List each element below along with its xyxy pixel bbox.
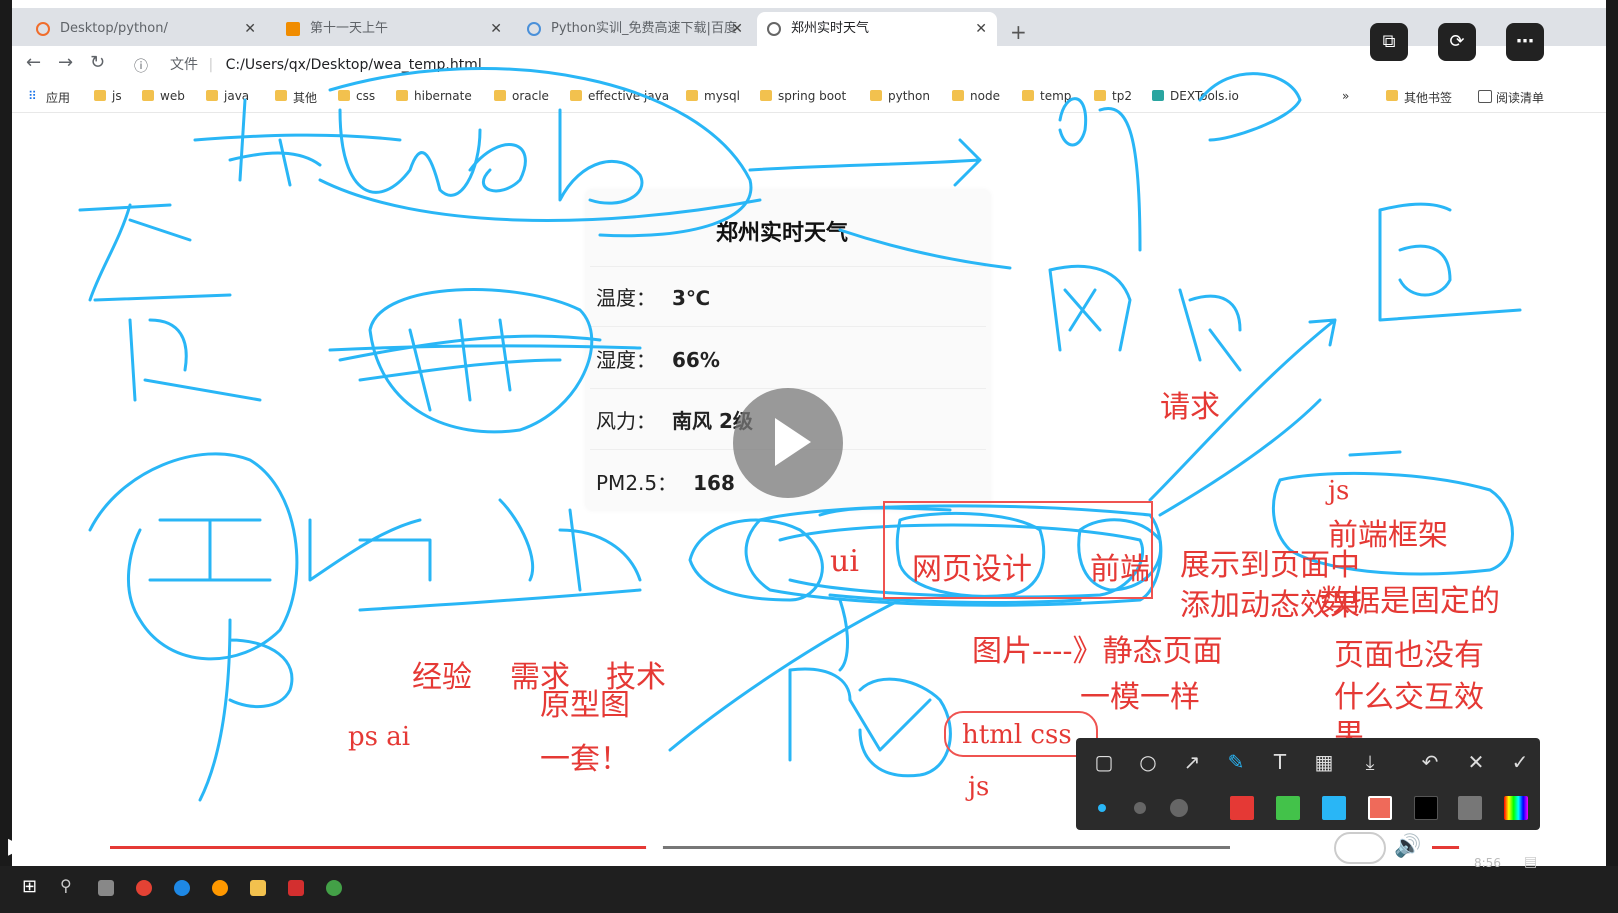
app-icon[interactable] <box>326 880 342 896</box>
stroke <box>748 138 982 187</box>
color-blue[interactable] <box>1322 796 1346 820</box>
stroke <box>228 98 322 187</box>
stroke <box>308 518 432 582</box>
undo-icon[interactable]: ↶ <box>1416 750 1444 774</box>
stroke <box>1348 450 1402 457</box>
stroke <box>838 228 1012 270</box>
clock: 8:56 <box>1474 856 1501 870</box>
annotation-js: js <box>1328 476 1350 506</box>
annotation-html-css: html css <box>962 720 1072 750</box>
stroke <box>198 618 294 802</box>
volume-icon[interactable]: 🔊 <box>1394 834 1421 859</box>
stroke <box>358 498 642 612</box>
search-icon[interactable]: ⚲ <box>60 876 72 895</box>
stroke <box>408 318 512 412</box>
stroke <box>78 203 192 302</box>
chrome-icon[interactable] <box>136 880 152 896</box>
stroke <box>1378 202 1522 322</box>
color-coral-selected[interactable] <box>1368 796 1392 820</box>
stroke <box>1048 264 1132 352</box>
annotation-frontend: 前端 <box>1090 552 1150 587</box>
color-red[interactable] <box>1230 796 1254 820</box>
brush-size-medium[interactable] <box>1134 802 1146 814</box>
stroke <box>1058 97 1088 147</box>
current-time: 32:52 <box>48 837 106 861</box>
stroke <box>193 133 402 142</box>
rectangle-icon[interactable]: ▢ <box>1090 750 1118 774</box>
task-view-icon[interactable] <box>98 880 114 896</box>
annotation-one-set: 一套！ <box>540 742 630 777</box>
mosaic-icon[interactable]: ▦ <box>1310 750 1338 774</box>
close-icon[interactable]: ✕ <box>1462 750 1490 774</box>
download-icon[interactable]: ⤓ <box>1356 750 1384 774</box>
speed-button[interactable]: x2.0 <box>1334 832 1386 864</box>
stroke <box>858 677 952 778</box>
stroke <box>558 108 644 205</box>
volume-handle[interactable] <box>1459 839 1476 856</box>
stroke <box>338 108 482 197</box>
play-icon[interactable]: ▶ <box>8 834 25 859</box>
arrow-icon[interactable]: ↗ <box>1178 750 1206 774</box>
stroke <box>688 518 824 602</box>
color-palette-icon[interactable] <box>1504 796 1528 820</box>
color-green[interactable] <box>1276 796 1300 820</box>
windows-start-icon[interactable]: ⊞ <box>22 876 37 897</box>
annotation-data-fixed: 数据是固定的 <box>1320 584 1500 619</box>
brush-size-small[interactable] <box>1098 804 1106 812</box>
annotation-identical: 一模一样 <box>1080 680 1200 715</box>
app-icon[interactable] <box>212 880 228 896</box>
rotate-icon[interactable]: ⟳ <box>1438 23 1476 61</box>
folder-icon[interactable] <box>250 880 266 896</box>
annotation-web-design: 网页设计 <box>912 552 1032 587</box>
annotation-frontend-framework: 前端框架 <box>1328 518 1448 553</box>
confirm-icon[interactable]: ✓ <box>1506 750 1534 774</box>
annotation-ui: ui <box>830 544 859 579</box>
stroke <box>318 178 762 222</box>
annotation-no-interaction: 页面也没有 <box>1334 638 1484 673</box>
annotation-request: 请求 <box>1160 390 1220 425</box>
app-icon[interactable] <box>288 880 304 896</box>
stroke <box>838 598 849 672</box>
annotation-js: js <box>968 772 990 802</box>
stroke <box>88 452 299 661</box>
brush-size-large[interactable] <box>1170 799 1188 817</box>
color-gray[interactable] <box>1458 796 1482 820</box>
stroke <box>1178 288 1242 372</box>
progress-fill <box>110 846 655 849</box>
circle-icon[interactable]: ○ <box>1134 750 1162 774</box>
stroke <box>93 293 262 402</box>
stroke <box>148 518 272 582</box>
stroke <box>1098 72 1302 252</box>
annotation-prototype: 原型图 <box>540 688 630 723</box>
text-icon[interactable]: T <box>1266 750 1294 774</box>
color-black[interactable] <box>1414 796 1438 820</box>
more-icon[interactable]: ⋯ <box>1506 23 1544 61</box>
annotation-image-static: 图片----》静态页面 <box>972 634 1223 669</box>
total-time: 01:07:42 <box>1242 837 1332 861</box>
annotation-ps-ai: ps ai <box>348 722 411 752</box>
pen-icon[interactable]: ✎ <box>1222 750 1250 774</box>
taskbar <box>0 866 1618 913</box>
notification-icon[interactable]: ▤ <box>1524 854 1537 870</box>
play-button[interactable] <box>733 388 843 498</box>
annotation-experience: 经验 <box>412 660 472 695</box>
screen-capture-icon[interactable]: ⧉ <box>1370 23 1408 61</box>
app-icon[interactable] <box>174 880 190 896</box>
